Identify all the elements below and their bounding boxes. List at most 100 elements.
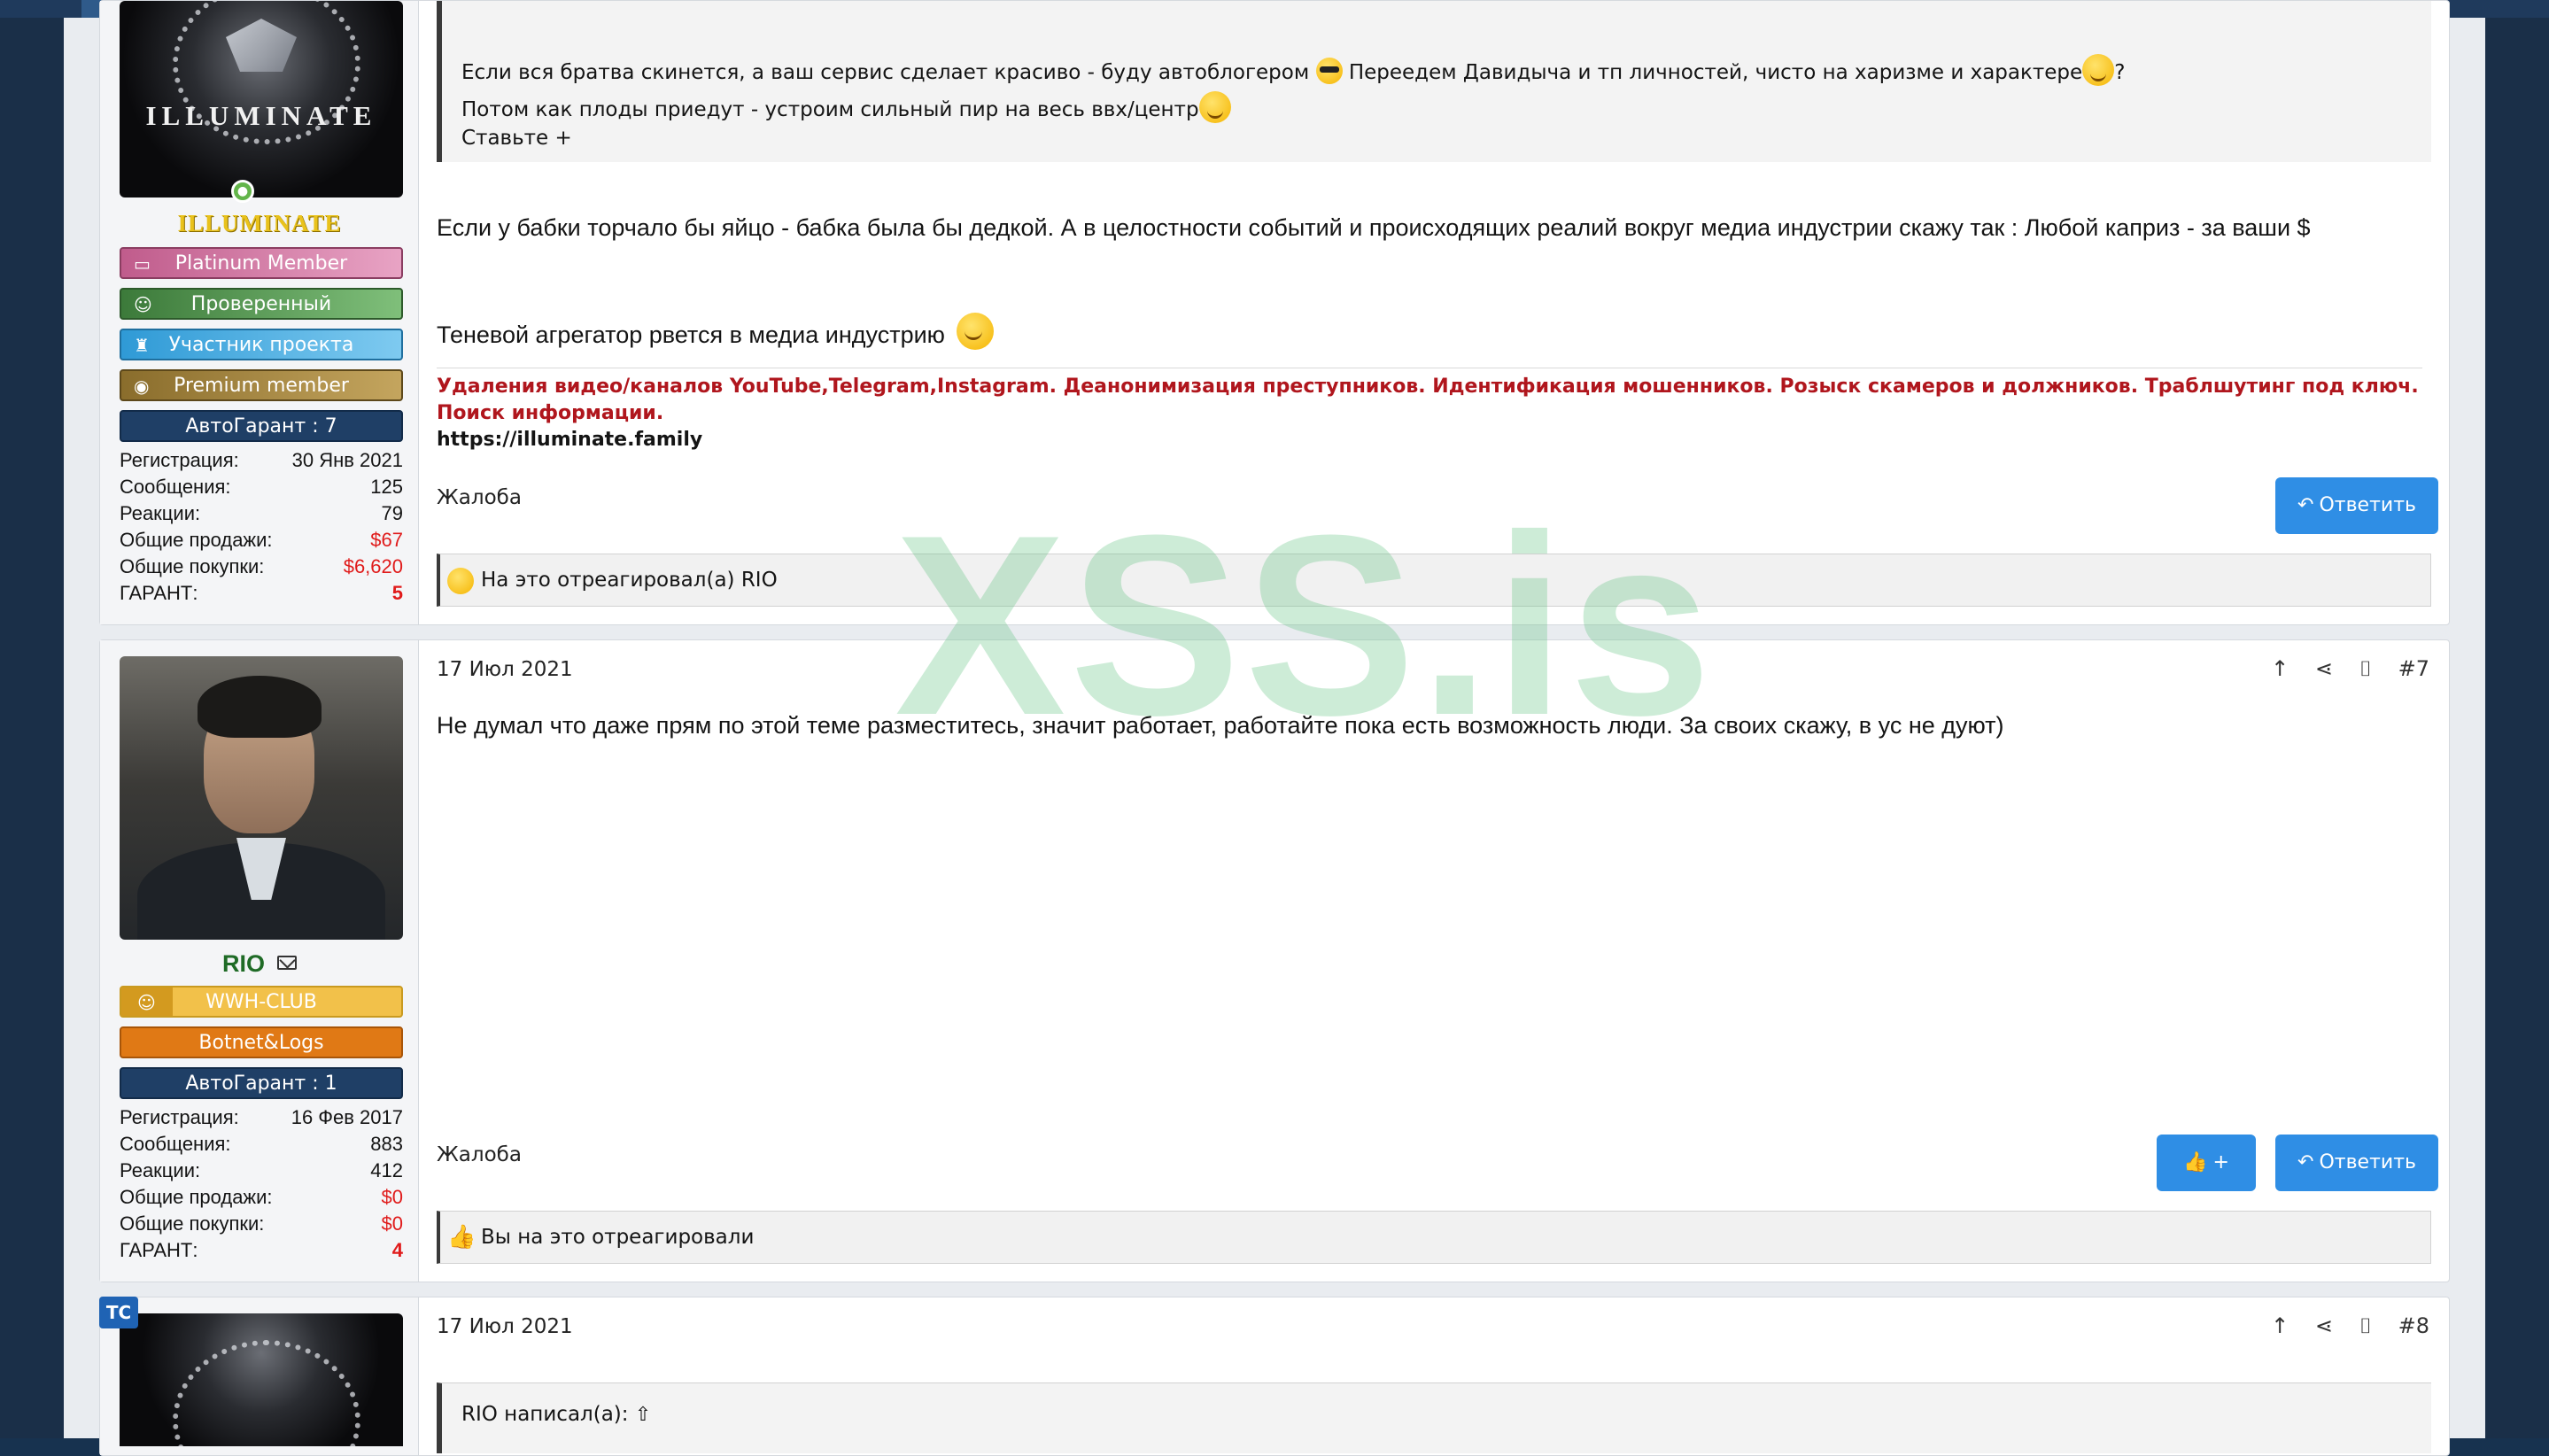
arrow-up-icon[interactable]: ↑: [2271, 1313, 2289, 1338]
post-content: 17 Июл 2021 ↑ ⋖ ⌷ #7 Не думал что даже п…: [419, 640, 2449, 1282]
post-7: RIO ☺ WWH-CLUB Botnet&Logs АвтоГарант : …: [99, 639, 2450, 1282]
avatar-figure: [198, 676, 322, 738]
stat-garant: ГАРАНТ: 4: [120, 1237, 403, 1264]
report-link[interactable]: Жалоба: [437, 1143, 522, 1166]
bookmark-icon[interactable]: ⌷: [2359, 1313, 2372, 1338]
stat-reactions: Реакции: 412: [120, 1158, 403, 1184]
share-icon[interactable]: ⋖: [2315, 656, 2333, 681]
avatar[interactable]: [120, 656, 403, 940]
avatar[interactable]: ILLUMINATE: [120, 1, 403, 197]
post-date[interactable]: 17 Июл 2021: [437, 1315, 573, 1338]
trophy-icon: ♜: [134, 335, 150, 356]
avatar-ring-decoration: [173, 1340, 360, 1446]
quote-text: Переедем Давидыча и тп личностей, чисто …: [1348, 61, 2083, 84]
right-gutter: [2485, 18, 2549, 1438]
message-text: Если у бабки торчало бы яйцо - бабка был…: [437, 214, 2311, 241]
stat-value: $67: [370, 529, 403, 551]
quote-author: RIO написал(а):: [461, 1403, 629, 1426]
quote-block: RIO написал(а): ⇧: [437, 1382, 2431, 1453]
username[interactable]: ILLUMINATE: [100, 210, 419, 237]
stat-total-sales: Общие продажи: $0: [120, 1184, 403, 1211]
banner-premium-member: ◉ Premium member: [120, 369, 403, 401]
username[interactable]: RIO: [222, 950, 265, 977]
stat-key: Сообщения:: [120, 476, 231, 498]
banner-label: WWH-CLUB: [205, 991, 317, 1013]
stat-total-purchases: Общие покупки: $6,620: [120, 554, 403, 580]
stat-total-sales: Общие продажи: $67: [120, 527, 403, 554]
avatar-logo-text: ILLUMINATE: [145, 100, 377, 131]
stat-key: Общие продажи:: [120, 1186, 273, 1208]
reply-icon: ↶: [2297, 1151, 2314, 1173]
share-icon[interactable]: ⋖: [2315, 1313, 2333, 1338]
banner-label: Premium member: [174, 375, 349, 397]
stat-key: Общие продажи:: [120, 529, 273, 551]
stat-key: Общие покупки:: [120, 555, 265, 577]
reactions-text: На это отреагировал(а) RIO: [481, 569, 778, 592]
stat-messages: Сообщения: 883: [120, 1131, 403, 1158]
reactions-bar[interactable]: На это отреагировал(а) RIO: [437, 554, 2431, 607]
grin-emoji-icon: [447, 568, 474, 594]
post-number[interactable]: #8: [2398, 1313, 2429, 1338]
stat-key: ГАРАНТ:: [120, 1239, 198, 1261]
bookmark-icon[interactable]: ⌷: [2359, 656, 2372, 681]
post-actions: ↑ ⋖ ⌷ #7: [2251, 656, 2429, 681]
wink-emoji-icon: [1198, 91, 1231, 123]
post-content: Если вся братва скинется, а ваш сервис с…: [419, 1, 2449, 624]
thread-creator-badge: TC: [99, 1297, 138, 1328]
reply-icon: ↶: [2297, 494, 2314, 516]
quote-header[interactable]: RIO написал(а): ⇧: [461, 1401, 651, 1429]
stat-messages: Сообщения: 125: [120, 474, 403, 500]
autogarant-badge[interactable]: АвтоГарант : 7: [120, 410, 403, 442]
online-status-icon: ●: [231, 180, 254, 203]
signature: Удаления видео/каналов YouTube,Telegram,…: [437, 368, 2422, 453]
stat-value: $0: [381, 1186, 403, 1208]
stat-key: Регистрация:: [120, 1106, 239, 1128]
like-button[interactable]: 👍 +: [2157, 1135, 2256, 1191]
user-panel: [100, 1297, 419, 1455]
user-stats: Регистрация: 16 Фев 2017 Сообщения: 883 Ре…: [120, 1104, 403, 1264]
banner-label: Проверенный: [190, 293, 332, 315]
reply-label: Ответить: [2319, 1151, 2416, 1173]
quote-block: Если вся братва скинется, а ваш сервис с…: [437, 1, 2431, 162]
quote-text: ?: [2114, 61, 2126, 84]
banner-verified: ☺ Проверенный: [120, 288, 403, 320]
arrow-up-icon[interactable]: ↑: [2271, 656, 2289, 681]
stat-key: Сообщения:: [120, 1133, 231, 1155]
stat-value: 5: [391, 582, 403, 604]
stat-value: 883: [370, 1133, 403, 1155]
stat-value: 30 Янв 2021: [291, 449, 403, 471]
post-6: ILLUMINATE ● ILLUMINATE ▭ Platinum Membe…: [99, 0, 2450, 625]
quote-line: Ставьте +: [461, 127, 572, 150]
banner-wwh-club: ☺ WWH-CLUB: [120, 986, 403, 1018]
post-date[interactable]: 17 Июл 2021: [437, 658, 573, 681]
user-check-icon: ☺: [134, 294, 152, 315]
banner-project-member: ♜ Участник проекта: [120, 329, 403, 360]
message-text-line: Теневой агрегатор рвется в медиа индустр…: [437, 313, 2422, 351]
stat-garant: ГАРАНТ: 5: [120, 580, 403, 607]
report-link[interactable]: Жалоба: [437, 486, 522, 509]
autogarant-badge[interactable]: АвтоГарант : 1: [120, 1067, 403, 1099]
cool-emoji-icon: [1315, 58, 1343, 84]
post-8: 17 Июл 2021 ↑ ⋖ ⌷ #8 RIO написал(а): ⇧: [99, 1297, 2450, 1456]
user-panel: ILLUMINATE ● ILLUMINATE ▭ Platinum Membe…: [100, 1, 419, 624]
avatar[interactable]: [120, 1313, 403, 1446]
stat-registration: Регистрация: 30 Янв 2021: [120, 447, 403, 474]
reply-button[interactable]: ↶ Ответить: [2275, 1135, 2438, 1191]
quote-text: Потом как плоды приедут - устроим сильны…: [461, 98, 1199, 121]
stat-value: 412: [370, 1159, 403, 1181]
message-text: Теневой агрегатор рвется в медиа индустр…: [437, 321, 945, 348]
banner-label: Platinum Member: [174, 252, 348, 275]
thumbs-up-icon: 👍: [2183, 1151, 2208, 1173]
arrow-circle-up-icon[interactable]: ⇧: [635, 1404, 651, 1426]
message-text: Не думал что даже прям по этой теме разм…: [437, 712, 2004, 739]
stat-registration: Регистрация: 16 Фев 2017: [120, 1104, 403, 1131]
reply-label: Ответить: [2319, 494, 2416, 516]
signature-link[interactable]: https://illuminate.family: [437, 427, 2422, 453]
reply-button[interactable]: ↶ Ответить: [2275, 477, 2438, 534]
quote-text: Если вся братва скинется, а ваш сервис с…: [461, 61, 1310, 84]
post-number[interactable]: #7: [2398, 656, 2429, 681]
reactions-bar[interactable]: 👍 Вы на это отреагировали: [437, 1211, 2431, 1264]
mail-icon[interactable]: [277, 956, 297, 970]
post-content: 17 Июл 2021 ↑ ⋖ ⌷ #8 RIO написал(а): ⇧: [419, 1297, 2449, 1455]
stat-value: 79: [381, 502, 403, 524]
